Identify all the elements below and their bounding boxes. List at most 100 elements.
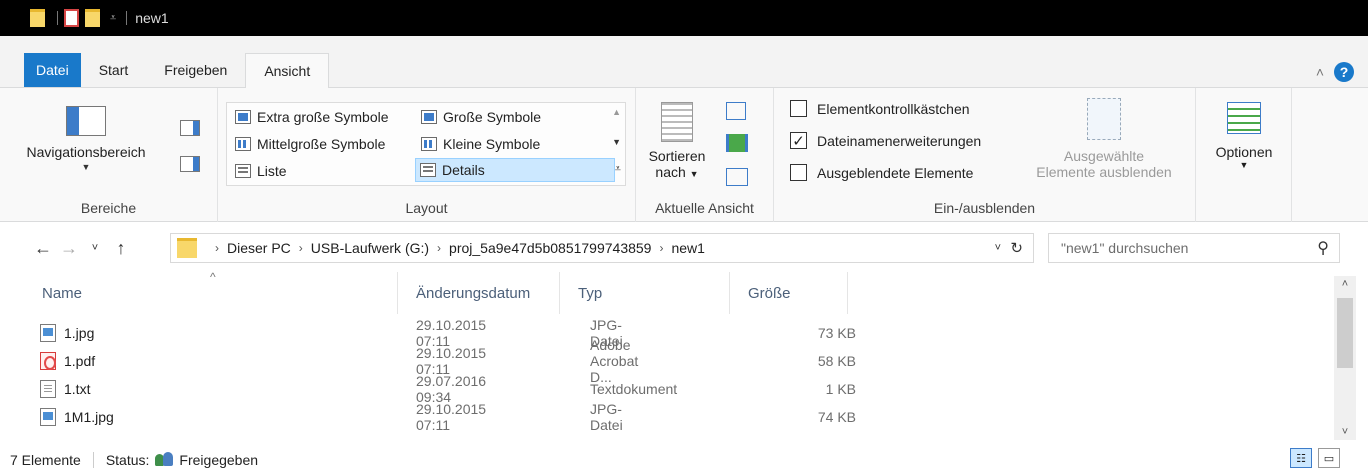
fit-columns-icon[interactable] [726,168,748,186]
file-name: 1.pdf [40,352,390,370]
vertical-scrollbar[interactable]: ˄ ˅ [1334,276,1356,440]
navigation-pane-label: Navigationsbereich [26,144,146,160]
status-bar: 7 Elemente Status: Freigegeben [0,444,1368,475]
sort-label-2-text: nach [655,164,686,180]
search-icon[interactable]: ⚲ [1317,238,1329,258]
collapse-ribbon-icon[interactable]: ˄ [1316,64,1324,80]
group-current-view: Sortieren nach ▼ Aktuelle Ansicht [636,88,774,222]
file-row[interactable]: 1.txt 29.07.2016 09:34 Textdokument 1 KB [40,373,856,405]
sort-by-button[interactable]: Sortieren nach ▼ [646,98,708,194]
chevron-right-icon[interactable]: › [659,241,663,255]
chevron-right-icon[interactable]: › [299,241,303,255]
layout-medium-icons[interactable]: Mittelgroße Symbole [231,132,389,156]
column-header-name[interactable]: Name [24,272,398,314]
group-label-layout: Layout [405,200,448,216]
layout-item-label: Mittelgroße Symbole [257,136,386,152]
gallery-scroll-down-icon[interactable]: ▼ [612,137,621,147]
recent-locations-icon[interactable]: ˅ [82,242,108,254]
scroll-up-icon[interactable]: ˄ [1334,278,1356,290]
chevron-right-icon[interactable]: › [215,241,219,255]
address-dropdown-icon[interactable]: ˅ [995,242,1001,254]
file-name: 1.txt [40,380,390,398]
tab-file[interactable]: Datei [24,53,81,87]
status-label: Status: [105,451,150,468]
customize-quick-access-icon[interactable]: ⩡ [110,12,116,25]
text-file-icon [40,380,56,398]
ribbon: Navigationsbereich ▼ Bereiche Layout Ext… [0,88,1368,222]
group-by-icon[interactable] [726,102,746,120]
up-arrow-icon[interactable]: ↑ [108,238,134,259]
help-icon[interactable]: ? [1334,62,1354,82]
layout-small-icons[interactable]: Kleine Symbole [417,132,544,156]
layout-large-icons[interactable]: Große Symbole [417,105,545,129]
pdf-file-icon [40,352,56,370]
large-icons-icon [421,110,437,124]
file-name: 1.jpg [40,324,390,342]
group-label-current-view: Aktuelle Ansicht [655,200,754,216]
divider [92,451,94,468]
divider [126,11,128,25]
file-size: 73 KB [817,325,856,341]
back-arrow-icon[interactable]: ← [30,238,56,259]
folder-icon[interactable] [30,9,45,27]
image-file-icon [40,324,56,342]
checkbox-hidden-items[interactable]: Ausgeblendete Elemente [790,164,973,181]
file-name: 1M1.jpg [40,408,390,426]
file-type: Adobe Acrobat D... [590,337,639,385]
layout-details[interactable]: Details [415,158,615,182]
layout-item-label: Extra große Symbole [257,109,389,125]
file-row[interactable]: 1.pdf 29.10.2015 07:11 Adobe Acrobat D..… [40,337,856,385]
address-row: ← → ˅ ↑ › Dieser PC › USB-Laufwerk (G:) … [0,228,1368,268]
tab-share[interactable]: Freigeben [146,53,245,87]
details-pane-icon[interactable] [180,156,200,172]
search-input[interactable]: "new1" durchsuchen ⚲ [1048,233,1340,263]
address-bar[interactable]: › Dieser PC › USB-Laufwerk (G:) › proj_5… [170,233,1034,263]
extra-large-icons-icon [235,110,251,124]
details-view-icon[interactable]: ☷ [1290,448,1312,468]
navigation-pane-button[interactable]: Navigationsbereich ▼ [6,102,166,192]
scroll-down-icon[interactable]: ˅ [1334,426,1356,438]
details-icon [420,163,436,177]
gallery-scroll-up-icon[interactable]: ▲ [612,107,621,117]
checkbox-checked[interactable]: ✓ [790,132,807,150]
new-folder-icon[interactable] [85,9,100,27]
tab-view[interactable]: Ansicht [245,53,330,88]
chevron-right-icon[interactable]: › [437,241,441,255]
checkbox-label: Elementkontrollkästchen [817,100,970,117]
column-header-size[interactable]: Größe [730,272,848,314]
checkbox[interactable] [790,164,807,181]
breadcrumb-usb-drive[interactable]: USB-Laufwerk (G:) [311,240,429,256]
breadcrumb-current[interactable]: new1 [671,240,704,256]
layout-gallery: Extra große Symbole Große Symbole Mittel… [226,102,626,186]
layout-item-label: Liste [257,163,287,179]
chevron-down-icon: ▼ [81,162,91,172]
ribbon-controls: ˄ ? [1316,62,1354,82]
hide-selected-button[interactable]: Ausgewählte Elemente ausblenden [1020,98,1188,180]
file-row[interactable]: 1M1.jpg 29.10.2015 07:11 JPG-Datei 74 KB [40,401,856,433]
chevron-down-icon: ▼ [689,169,699,179]
layout-list[interactable]: Liste [231,159,291,183]
breadcrumb-this-pc[interactable]: Dieser PC [227,240,291,256]
layout-extra-large-icons[interactable]: Extra große Symbole [231,105,393,129]
checkbox[interactable] [790,100,807,117]
column-header-date[interactable]: Änderungsdatum [398,272,560,314]
column-header-type[interactable]: Typ [560,272,730,314]
forward-arrow-icon[interactable]: → [56,238,82,259]
breadcrumb-project[interactable]: proj_5a9e47d5b0851799743859 [449,240,651,256]
window-title: new1 [135,10,169,26]
checkbox-file-extensions[interactable]: ✓ Dateinamenerweiterungen [790,132,981,150]
options-button[interactable]: Optionen ▼ [1204,102,1284,170]
refresh-icon[interactable]: ↻ [1010,239,1023,257]
file-type: JPG-Datei [590,401,623,433]
scrollbar-thumb[interactable] [1337,298,1353,368]
file-row[interactable]: 1.jpg 29.10.2015 07:11 JPG-Datei 73 KB [40,317,856,349]
tab-start[interactable]: Start [81,53,147,87]
gallery-more-icon[interactable]: ⩡ [615,163,621,176]
add-columns-icon[interactable] [726,134,748,152]
checkbox-item-checkboxes[interactable]: Elementkontrollkästchen [790,100,970,117]
preview-pane-icon[interactable] [180,120,200,136]
large-icons-view-icon[interactable]: ▭ [1318,448,1340,468]
properties-icon[interactable] [64,9,79,27]
layout-item-label: Kleine Symbole [443,136,541,152]
image-file-icon [40,408,56,426]
